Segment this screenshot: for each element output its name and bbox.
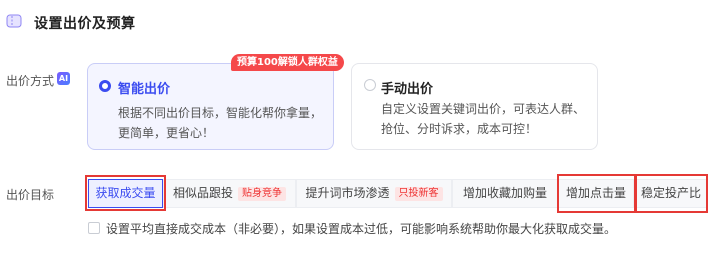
tab-similar-follow[interactable]: 相似品跟投 贴身竞争	[163, 179, 296, 208]
manual-bid-description: 自定义设置关键词出价，可表达人群、 抢位、分时诉求，成本可控！	[381, 99, 591, 139]
manual-bid-radio[interactable]	[364, 79, 376, 91]
highlight-box-increase-clicks	[557, 174, 636, 213]
highlight-box-stable-roi	[635, 174, 708, 213]
ticket-icon	[6, 14, 22, 28]
smart-bid-desc-line2: 更简单，更省心！	[118, 126, 215, 140]
tab-label: 提升词市场渗透	[305, 186, 390, 200]
smart-bid-description: 根据不同出价目标，智能化帮你拿量， 更简单，更省心！	[118, 103, 328, 143]
ai-badge-icon: AI	[57, 72, 70, 85]
smart-bid-title: 智能出价	[118, 82, 171, 97]
tag-new-customers: 只投新客	[394, 186, 443, 201]
bid-method-label: 出价方式	[6, 74, 55, 88]
promo-badge: 预算100解锁人群权益	[231, 54, 344, 71]
manual-bid-desc-line1: 自定义设置关键词出价，可表达人群、	[381, 102, 586, 116]
manual-bid-title: 手动出价	[381, 82, 434, 97]
tab-label: 相似品跟投	[172, 186, 233, 200]
tab-label: 增加收藏加购量	[462, 186, 547, 200]
section-title: 设置出价及预算	[34, 16, 136, 32]
manual-bid-desc-line2: 抢位、分时诉求，成本可控！	[381, 122, 538, 136]
tab-market-penetration[interactable]: 提升词市场渗透 只投新客	[296, 179, 452, 208]
highlight-box-get-orders	[85, 175, 166, 211]
avg-cost-label: 设置平均直接成交成本（非必要），如果设置成本过低，可能影响系统帮助你最大化获取成…	[106, 222, 617, 236]
avg-cost-checkbox[interactable]	[88, 222, 100, 234]
bid-goal-label: 出价目标	[6, 188, 55, 202]
tab-add-to-cart[interactable]: 增加收藏加购量	[452, 179, 558, 208]
smart-bid-radio[interactable]	[99, 80, 111, 92]
tag-close-competition: 贴身竞争	[238, 186, 286, 201]
smart-bid-desc-line1: 根据不同出价目标，智能化帮你拿量，	[118, 106, 323, 120]
